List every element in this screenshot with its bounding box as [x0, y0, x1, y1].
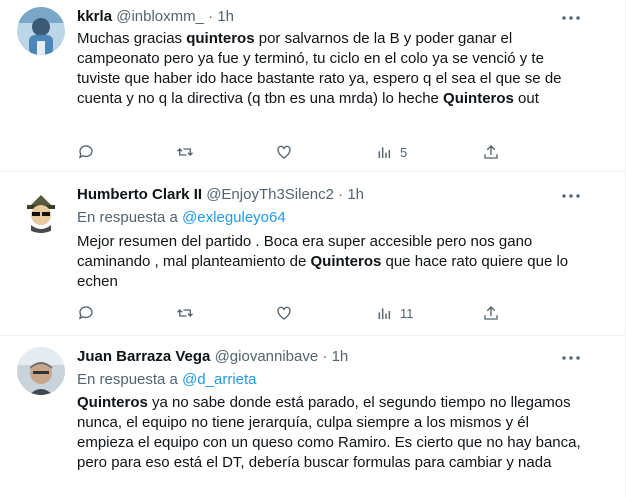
- separator-dot: ·: [208, 8, 214, 25]
- tweet-text-segment: Muchas gracias: [77, 30, 187, 47]
- retweet-icon: [177, 309, 193, 317]
- author-handle[interactable]: @giovannibave: [215, 348, 319, 365]
- tweet-actions: 5: [77, 142, 507, 162]
- like-icon: [277, 306, 291, 320]
- retweet-button[interactable]: [176, 142, 194, 162]
- highlighted-keyword: Quinteros: [443, 90, 514, 107]
- share-button[interactable]: [482, 142, 500, 162]
- avatar-image: [17, 7, 65, 55]
- views-button[interactable]: 11: [376, 303, 414, 323]
- tweet-header: Humberto Clark II @EnjoyTh3Silenc2 · 1h: [77, 185, 364, 205]
- tweet-text-segment: ya no sabe donde está parado, el segundo…: [77, 394, 581, 471]
- tweet-card[interactable]: Juan Barraza Vega @giovannibave · 1h En …: [0, 335, 625, 497]
- reply-prefix: En respuesta a: [77, 371, 183, 388]
- avatar-image: [17, 347, 65, 395]
- tweet-header: Juan Barraza Vega @giovannibave · 1h: [77, 347, 348, 367]
- views-button[interactable]: 5: [376, 142, 407, 162]
- avatar[interactable]: [17, 185, 65, 233]
- views-count: 11: [400, 305, 414, 321]
- tweet-text: Mejor resumen del partido . Boca era sup…: [77, 232, 587, 292]
- reply-handle-link[interactable]: @d_arrieta: [182, 371, 256, 388]
- author-name[interactable]: kkrla: [77, 8, 112, 25]
- like-button[interactable]: [275, 142, 293, 162]
- share-icon: [484, 306, 498, 320]
- more-horizontal-icon: [562, 16, 580, 20]
- more-options-button[interactable]: [560, 348, 582, 368]
- more-options-button[interactable]: [560, 8, 582, 28]
- reply-icon: [78, 145, 93, 159]
- highlighted-keyword: quinteros: [186, 30, 255, 47]
- highlighted-keyword: Quinteros: [77, 394, 148, 411]
- retweet-icon: [177, 148, 193, 156]
- author-name[interactable]: Humberto Clark II: [77, 186, 202, 203]
- reply-button[interactable]: [77, 142, 95, 162]
- author-name[interactable]: Juan Barraza Vega: [77, 348, 210, 365]
- share-button[interactable]: [482, 303, 500, 323]
- author-handle[interactable]: @inbloxmm_: [116, 8, 204, 25]
- like-button[interactable]: [275, 303, 293, 323]
- more-options-button[interactable]: [560, 186, 582, 206]
- avatar[interactable]: [17, 7, 65, 55]
- tweet-card[interactable]: kkrla @inbloxmm_ · 1h Muchas gracias qui…: [0, 0, 625, 172]
- retweet-button[interactable]: [176, 303, 194, 323]
- author-handle[interactable]: @EnjoyTh3Silenc2: [206, 186, 334, 203]
- more-horizontal-icon: [562, 356, 580, 360]
- views-icon: [378, 147, 391, 158]
- separator-dot: ·: [338, 186, 344, 203]
- avatar[interactable]: [17, 347, 65, 395]
- reply-context: En respuesta a @d_arrieta: [77, 370, 257, 390]
- reply-prefix: En respuesta a: [77, 209, 183, 226]
- share-icon: [484, 145, 498, 159]
- separator-dot: ·: [322, 348, 328, 365]
- reply-button[interactable]: [77, 303, 95, 323]
- timestamp[interactable]: 1h: [332, 348, 349, 365]
- like-icon: [277, 145, 291, 159]
- more-horizontal-icon: [562, 194, 580, 198]
- tweet-card[interactable]: Humberto Clark II @EnjoyTh3Silenc2 · 1h …: [0, 171, 625, 336]
- highlighted-keyword: Quinteros: [310, 253, 382, 270]
- tweet-text-segment: out: [513, 90, 539, 107]
- views-count: 5: [400, 144, 408, 160]
- avatar-image: [17, 185, 65, 233]
- tweet-header: kkrla @inbloxmm_ · 1h: [77, 7, 234, 27]
- timestamp[interactable]: 1h: [217, 8, 234, 25]
- reply-handle-link[interactable]: @exleguleyo64: [182, 209, 286, 226]
- timestamp[interactable]: 1h: [347, 186, 364, 203]
- views-icon: [378, 308, 391, 319]
- tweet-text: Muchas gracias quinteros por salvarnos d…: [77, 29, 587, 109]
- tweet-actions: 11: [77, 303, 507, 323]
- reply-context: En respuesta a @exleguleyo64: [77, 208, 286, 228]
- tweet-text: Quinteros ya no sabe donde está parado, …: [77, 393, 587, 473]
- reply-icon: [78, 306, 93, 320]
